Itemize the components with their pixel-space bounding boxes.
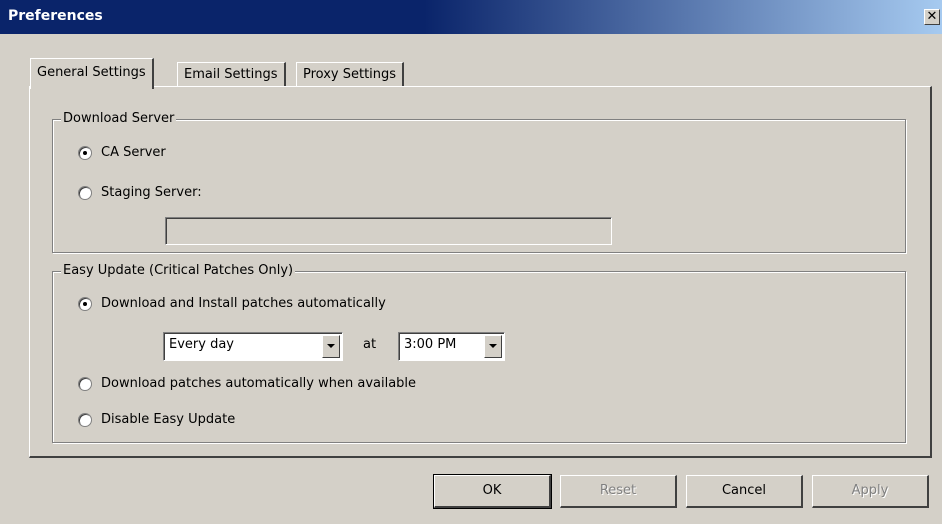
at-label: at — [363, 337, 377, 352]
frequency-select[interactable]: Every day — [163, 332, 343, 361]
tab-email-settings[interactable]: Email Settings — [177, 62, 286, 86]
close-icon: ✕ — [926, 9, 938, 24]
close-button[interactable]: ✕ — [924, 9, 940, 25]
tab-label: General Settings — [37, 65, 146, 80]
chevron-down-icon[interactable] — [484, 335, 502, 358]
install-automatically-label: Download and Install patches automatical… — [101, 296, 386, 311]
time-select[interactable]: 3:00 PM — [398, 332, 505, 361]
apply-button[interactable]: Apply — [812, 475, 929, 508]
staging-server-label: Staging Server: — [101, 185, 202, 200]
title-bar: Preferences ✕ — [0, 0, 942, 34]
download-server-group: Download Server CA Server Staging Server… — [52, 111, 906, 253]
download-when-available-label: Download patches automatically when avai… — [101, 376, 417, 391]
general-settings-panel: Download Server CA Server Staging Server… — [29, 86, 932, 458]
ca-server-option[interactable]: CA Server — [78, 145, 166, 160]
disable-easy-update-label: Disable Easy Update — [101, 412, 236, 427]
easy-update-legend: Easy Update (Critical Patches Only) — [61, 263, 296, 279]
staging-server-option[interactable]: Staging Server: — [78, 185, 202, 200]
install-automatically-option[interactable]: Download and Install patches automatical… — [78, 296, 386, 311]
chevron-down-icon[interactable] — [322, 335, 340, 358]
staging-server-input[interactable] — [165, 217, 612, 245]
easy-update-group: Easy Update (Critical Patches Only) Down… — [52, 263, 906, 443]
reset-button[interactable]: Reset — [560, 475, 677, 508]
ca-server-label: CA Server — [101, 145, 166, 160]
ca-server-radio[interactable] — [78, 145, 92, 160]
window-title: Preferences — [8, 8, 103, 24]
tab-label: Proxy Settings — [303, 67, 397, 82]
tab-proxy-settings[interactable]: Proxy Settings — [296, 62, 405, 86]
time-value: 3:00 PM — [404, 337, 457, 352]
install-automatically-radio[interactable] — [78, 296, 92, 311]
download-when-available-radio[interactable] — [78, 376, 92, 391]
download-server-legend: Download Server — [61, 111, 177, 127]
staging-server-radio[interactable] — [78, 185, 92, 200]
tab-general-settings[interactable]: General Settings — [30, 58, 154, 89]
cancel-button[interactable]: Cancel — [686, 475, 803, 508]
ok-button[interactable]: OK — [433, 474, 552, 509]
disable-easy-update-option[interactable]: Disable Easy Update — [78, 412, 235, 427]
disable-easy-update-radio[interactable] — [78, 412, 92, 427]
tab-label: Email Settings — [184, 67, 278, 82]
download-when-available-option[interactable]: Download patches automatically when avai… — [78, 376, 416, 391]
frequency-value: Every day — [169, 337, 234, 352]
